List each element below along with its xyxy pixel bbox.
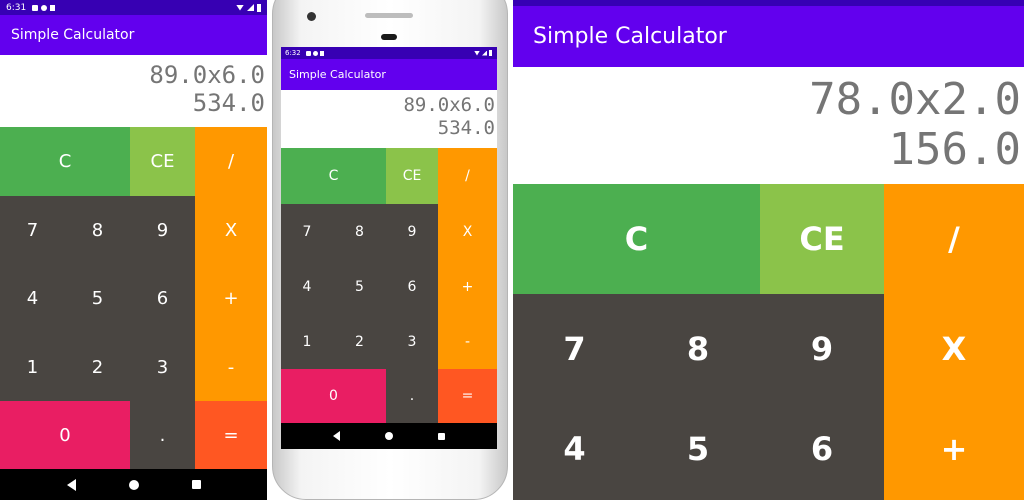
- navigation-bar: [281, 423, 497, 449]
- digit-6-button[interactable]: 6: [130, 264, 195, 333]
- expression-text: 89.0x6.0: [149, 61, 265, 89]
- notification-icons: [32, 4, 56, 11]
- digit-1-button[interactable]: 1: [0, 333, 65, 401]
- divide-button[interactable]: /: [195, 127, 267, 196]
- digit-0-button[interactable]: 0: [281, 369, 386, 423]
- home-icon[interactable]: [384, 432, 393, 440]
- divide-button[interactable]: /: [884, 184, 1024, 294]
- earpiece: [381, 34, 397, 40]
- decimal-button[interactable]: .: [386, 369, 438, 423]
- multiply-button[interactable]: X: [438, 204, 497, 259]
- system-icons: [236, 3, 261, 12]
- plus-button[interactable]: +: [195, 264, 267, 333]
- phone-screen: 6:32 Simple Calculator 89.0x6.0 534.0 C …: [281, 47, 497, 449]
- digit-9-button[interactable]: 9: [760, 294, 884, 404]
- back-icon[interactable]: [66, 478, 76, 491]
- notification-icons: [305, 50, 324, 56]
- digit-8-button[interactable]: 8: [65, 196, 130, 264]
- equals-button[interactable]: =: [438, 369, 497, 423]
- home-icon[interactable]: [128, 479, 139, 490]
- screenshot-panel-3: Simple Calculator 78.0x2.0 156.0 C CE / …: [513, 0, 1024, 500]
- app-title: Simple Calculator: [11, 27, 135, 43]
- digit-2-button[interactable]: 2: [65, 333, 130, 401]
- expression-text: 78.0x2.0: [809, 74, 1021, 125]
- decimal-button[interactable]: .: [130, 401, 195, 469]
- speaker-grille: [365, 13, 413, 18]
- wifi-icon: [236, 4, 244, 11]
- divide-button[interactable]: /: [438, 148, 497, 204]
- equals-button[interactable]: =: [195, 401, 267, 469]
- digit-4-button[interactable]: 4: [513, 404, 636, 500]
- digit-0-button[interactable]: 0: [0, 401, 130, 469]
- app-title: Simple Calculator: [533, 24, 727, 49]
- signal-icon: [247, 4, 254, 11]
- digit-7-button[interactable]: 7: [281, 204, 333, 259]
- navigation-bar: [0, 469, 267, 500]
- recents-icon[interactable]: [191, 480, 201, 489]
- digit-2-button[interactable]: 2: [333, 314, 386, 369]
- digit-5-button[interactable]: 5: [333, 259, 386, 314]
- clear-button[interactable]: C: [513, 184, 760, 294]
- digit-5-button[interactable]: 5: [636, 404, 760, 500]
- minus-button[interactable]: -: [438, 314, 497, 369]
- status-time: 6:31: [6, 2, 27, 13]
- plus-button[interactable]: +: [884, 404, 1024, 500]
- digit-5-button[interactable]: 5: [65, 264, 130, 333]
- system-icons: [474, 50, 492, 56]
- signal-icon: [482, 50, 487, 56]
- digit-1-button[interactable]: 1: [281, 314, 333, 369]
- digit-3-button[interactable]: 3: [386, 314, 438, 369]
- app-title: Simple Calculator: [289, 68, 386, 81]
- front-camera: [307, 12, 316, 21]
- clear-entry-button[interactable]: CE: [760, 184, 884, 294]
- recents-icon[interactable]: [437, 432, 445, 440]
- clear-entry-button[interactable]: CE: [386, 148, 438, 204]
- result-text: 534.0: [437, 117, 495, 139]
- battery-icon: [489, 50, 492, 56]
- status-bar: 6:32: [281, 47, 497, 59]
- digit-7-button[interactable]: 7: [513, 294, 636, 404]
- screenshot-panel-2: 6:32 Simple Calculator 89.0x6.0 534.0 C …: [267, 0, 513, 500]
- expression-text: 89.0x6.0: [403, 94, 495, 116]
- app-bar: Simple Calculator: [0, 15, 267, 55]
- clear-entry-button[interactable]: CE: [130, 127, 195, 196]
- digit-7-button[interactable]: 7: [0, 196, 65, 264]
- digit-9-button[interactable]: 9: [386, 204, 438, 259]
- digit-4-button[interactable]: 4: [0, 264, 65, 333]
- plus-button[interactable]: +: [438, 259, 497, 314]
- calculator-display: 89.0x6.0 534.0: [0, 55, 267, 127]
- result-text: 156.0: [888, 124, 1021, 175]
- clear-button[interactable]: C: [0, 127, 130, 196]
- digit-9-button[interactable]: 9: [130, 196, 195, 264]
- calculator-display: 78.0x2.0 156.0: [513, 67, 1024, 184]
- digit-6-button[interactable]: 6: [386, 259, 438, 314]
- multiply-button[interactable]: X: [884, 294, 1024, 404]
- calculator-display: 89.0x6.0 534.0: [281, 90, 497, 148]
- clear-button[interactable]: C: [281, 148, 386, 204]
- battery-icon: [257, 3, 261, 12]
- back-icon[interactable]: [333, 431, 341, 441]
- wifi-icon: [474, 50, 480, 56]
- app-bar: Simple Calculator: [513, 6, 1024, 67]
- result-text: 534.0: [192, 89, 265, 117]
- minus-button[interactable]: -: [195, 333, 267, 401]
- digit-6-button[interactable]: 6: [760, 404, 884, 500]
- status-time: 6:32: [285, 49, 301, 57]
- digit-8-button[interactable]: 8: [333, 204, 386, 259]
- digit-8-button[interactable]: 8: [636, 294, 760, 404]
- app-bar: Simple Calculator: [281, 59, 497, 90]
- status-bar: 6:31: [0, 0, 267, 15]
- screenshot-panel-1: 6:31 Simple Calculator 89.0x6.0 534.0 C …: [0, 0, 267, 500]
- multiply-button[interactable]: X: [195, 196, 267, 264]
- digit-3-button[interactable]: 3: [130, 333, 195, 401]
- digit-4-button[interactable]: 4: [281, 259, 333, 314]
